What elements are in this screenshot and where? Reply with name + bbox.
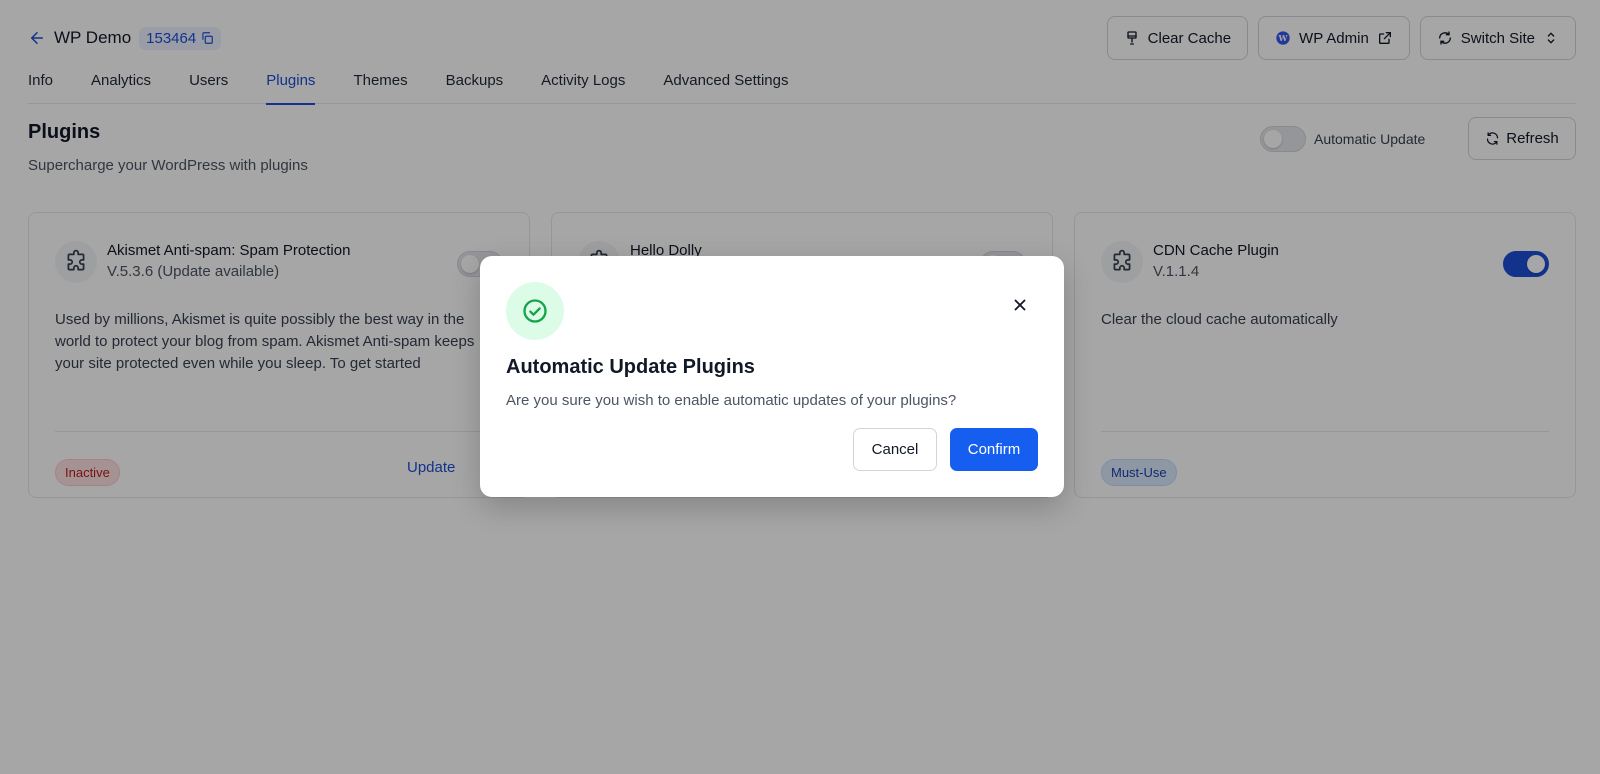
- confirm-button[interactable]: Confirm: [950, 428, 1038, 471]
- modal-title: Automatic Update Plugins: [506, 356, 755, 378]
- close-icon[interactable]: [1008, 293, 1032, 317]
- modal-message: Are you sure you wish to enable automati…: [506, 392, 957, 409]
- automatic-update-modal: Automatic Update Plugins Are you sure yo…: [480, 256, 1064, 497]
- check-circle-icon: [506, 282, 564, 340]
- cancel-button[interactable]: Cancel: [853, 428, 937, 471]
